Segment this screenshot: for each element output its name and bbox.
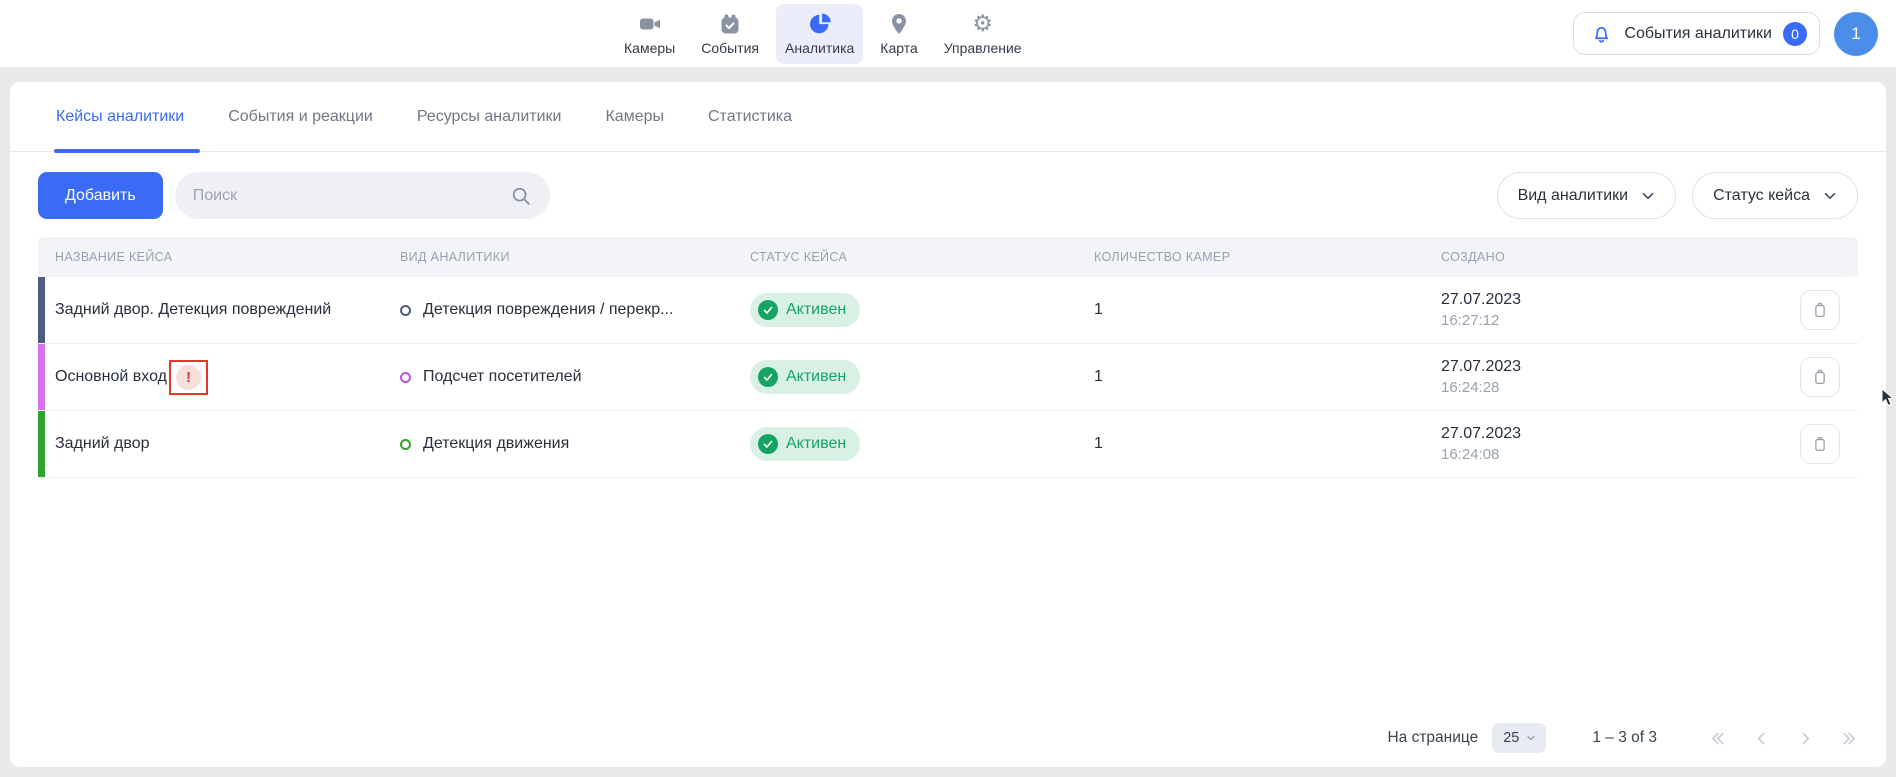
nav-label-management: Управление (944, 40, 1022, 56)
nav-item-management[interactable]: ⚙ Управление (935, 4, 1031, 64)
status-badge: Активен (750, 293, 860, 327)
column-header-case-status: СТАТУС КЕЙСА (733, 250, 1077, 264)
search-icon (510, 185, 532, 207)
add-case-button[interactable]: Добавить (38, 172, 163, 219)
camera-count: 1 (1077, 368, 1424, 386)
analytics-events-label: События аналитики (1624, 25, 1772, 43)
table-row[interactable]: Задний двор Детекция движения Активен 1 … (38, 411, 1858, 478)
cases-toolbar: Добавить Вид аналитики Статус кейса (38, 172, 1858, 219)
delete-case-button[interactable] (1800, 290, 1840, 330)
analytics-type-dot (400, 305, 411, 316)
chevron-down-icon (1821, 187, 1839, 205)
created-cell: 27.07.2023 16:24:28 (1424, 358, 1776, 396)
filter-analytics-type-label: Вид аналитики (1518, 187, 1629, 205)
analytics-type-dot (400, 372, 411, 383)
tab-statistics[interactable]: Статистика (708, 82, 792, 151)
row-accent-bar (38, 277, 45, 343)
column-header-analytics-type: ВИД АНАЛИТИКИ (383, 250, 733, 264)
nav-label-analytics: Аналитика (785, 40, 854, 56)
events-count-badge: 0 (1783, 22, 1807, 46)
delete-case-button[interactable] (1800, 357, 1840, 397)
created-time: 16:27:12 (1441, 312, 1776, 329)
row-accent-bar (38, 411, 45, 477)
main-nav: Камеры События Аналитика (615, 0, 1031, 67)
pager-controls (1709, 730, 1858, 747)
nav-item-events[interactable]: События (692, 4, 768, 64)
analytics-type-label: Детекция повреждения / перекр... (423, 301, 673, 319)
bell-icon (1590, 22, 1613, 45)
warning-icon: ! (176, 365, 201, 390)
first-page-button[interactable] (1709, 730, 1726, 747)
camera-icon (638, 12, 662, 36)
camera-count: 1 (1077, 301, 1424, 319)
created-date: 27.07.2023 (1441, 358, 1776, 376)
chevron-down-icon (1525, 732, 1537, 744)
page-range-label: 1 – 3 of 3 (1592, 729, 1657, 747)
camera-count: 1 (1077, 435, 1424, 453)
column-header-created: СОЗДАНО (1424, 250, 1776, 264)
search-input[interactable] (193, 187, 510, 205)
cases-table: НАЗВАНИЕ КЕЙСА ВИД АНАЛИТИКИ СТАТУС КЕЙС… (38, 237, 1858, 478)
warning-highlight-box: ! (169, 360, 208, 395)
nav-label-events: События (701, 40, 759, 56)
created-cell: 27.07.2023 16:24:08 (1424, 425, 1776, 463)
status-badge: Активен (750, 360, 860, 394)
gear-icon: ⚙ (972, 12, 993, 36)
nav-label-map: Карта (880, 40, 917, 56)
case-name: Задний двор (55, 435, 150, 453)
analytics-type-dot (400, 439, 411, 450)
tab-analytics-cases[interactable]: Кейсы аналитики (56, 82, 184, 151)
nav-item-analytics[interactable]: Аналитика (776, 4, 863, 64)
check-icon (758, 300, 778, 320)
nav-item-cameras[interactable]: Камеры (615, 4, 684, 64)
created-date: 27.07.2023 (1441, 291, 1776, 309)
per-page-select[interactable]: 25 (1492, 723, 1546, 753)
analytics-events-button[interactable]: События аналитики 0 (1573, 12, 1820, 55)
mouse-cursor (1881, 389, 1896, 407)
case-name: Задний двор. Детекция повреждений (55, 301, 331, 319)
nav-label-cameras: Камеры (624, 40, 675, 56)
next-page-button[interactable] (1797, 730, 1814, 747)
status-badge: Активен (750, 427, 860, 461)
nav-item-map[interactable]: Карта (871, 4, 926, 64)
filter-case-status-label: Статус кейса (1713, 187, 1810, 205)
table-row[interactable]: Основной вход ! Подсчет посетителей Акти… (38, 344, 1858, 411)
filter-analytics-type[interactable]: Вид аналитики (1497, 172, 1677, 219)
created-cell: 27.07.2023 16:27:12 (1424, 291, 1776, 329)
created-date: 27.07.2023 (1441, 425, 1776, 443)
analytics-page-card: Кейсы аналитики События и реакции Ресурс… (10, 82, 1886, 767)
table-header: НАЗВАНИЕ КЕЙСА ВИД АНАЛИТИКИ СТАТУС КЕЙС… (38, 237, 1858, 277)
topbar-right: События аналитики 0 1 (1573, 0, 1878, 67)
column-header-case-name: НАЗВАНИЕ КЕЙСА (38, 250, 383, 264)
topbar: Камеры События Аналитика (0, 0, 1896, 68)
calendar-check-icon (718, 12, 742, 36)
map-pin-icon (887, 12, 911, 36)
per-page-label: На странице (1387, 729, 1478, 747)
tab-events-reactions[interactable]: События и реакции (228, 82, 373, 151)
row-accent-bar (38, 344, 45, 410)
delete-case-button[interactable] (1800, 424, 1840, 464)
table-row[interactable]: Задний двор. Детекция повреждений Детекц… (38, 277, 1858, 344)
tab-analytics-resources[interactable]: Ресурсы аналитики (417, 82, 562, 151)
chevron-down-icon (1639, 187, 1657, 205)
tab-cameras[interactable]: Камеры (605, 82, 664, 151)
created-time: 16:24:28 (1441, 379, 1776, 396)
created-time: 16:24:08 (1441, 446, 1776, 463)
check-icon (758, 434, 778, 454)
last-page-button[interactable] (1841, 730, 1858, 747)
column-header-camera-count: КОЛИЧЕСТВО КАМЕР (1077, 250, 1424, 264)
check-icon (758, 367, 778, 387)
analytics-type-label: Подсчет посетителей (423, 368, 582, 386)
case-name: Основной вход (55, 368, 167, 386)
pie-chart-icon (808, 12, 832, 36)
search-box[interactable] (175, 172, 550, 219)
filter-case-status[interactable]: Статус кейса (1692, 172, 1858, 219)
analytics-tabs: Кейсы аналитики События и реакции Ресурс… (10, 82, 1886, 152)
pagination-bar: На странице 25 1 – 3 of 3 (1387, 723, 1858, 753)
analytics-type-label: Детекция движения (423, 435, 569, 453)
previous-page-button[interactable] (1753, 730, 1770, 747)
user-avatar[interactable]: 1 (1834, 12, 1878, 56)
